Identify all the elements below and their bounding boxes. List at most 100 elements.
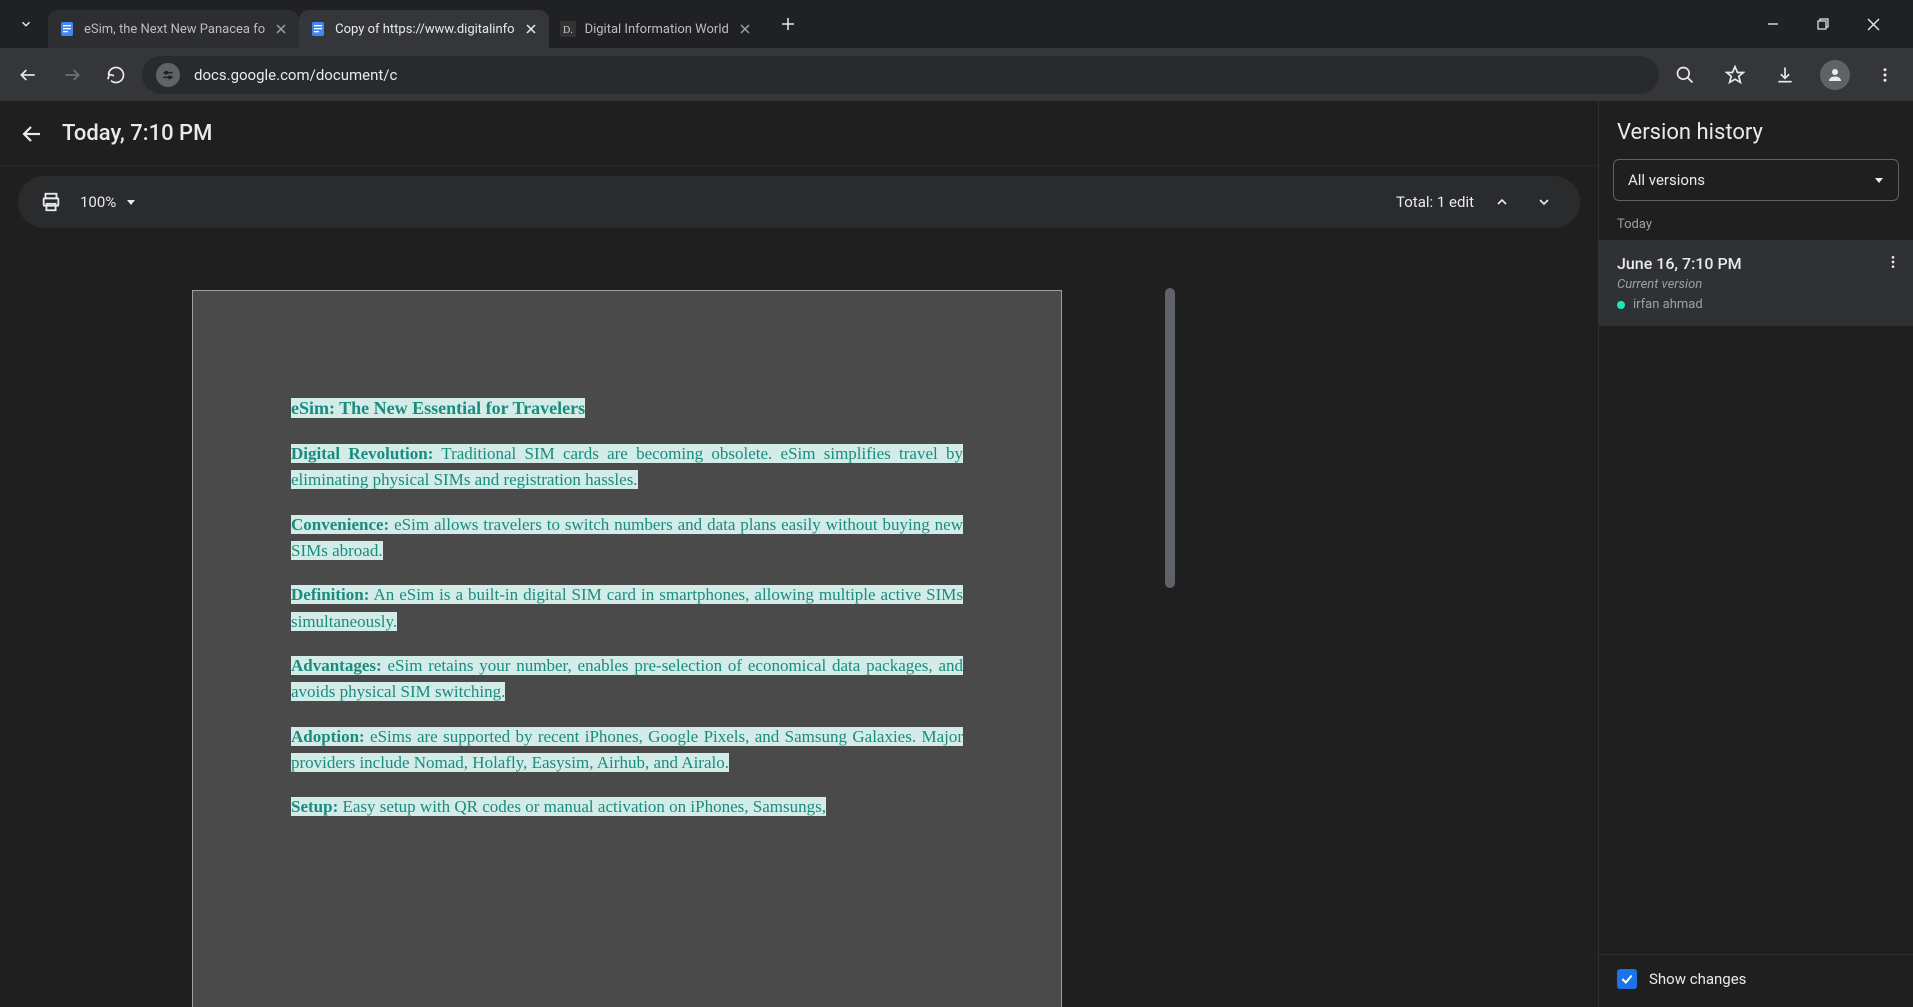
star-icon	[1725, 65, 1745, 85]
browser-toolbar: docs.google.com/document/c	[0, 48, 1913, 102]
toolbar-right	[1667, 57, 1903, 93]
avatar	[1820, 60, 1850, 90]
plus-icon	[781, 17, 795, 31]
tab-1[interactable]: Copy of https://www.digitalinfo	[299, 10, 548, 48]
bookmark-button[interactable]	[1717, 57, 1753, 93]
diw-icon: D.	[559, 20, 577, 38]
caret-down-icon	[126, 197, 136, 207]
close-icon	[740, 24, 750, 34]
downloads-button[interactable]	[1767, 57, 1803, 93]
prev-edit-button[interactable]	[1488, 188, 1516, 216]
window-close-button[interactable]	[1859, 10, 1887, 38]
site-info-button[interactable]	[156, 63, 180, 87]
user-dot-icon	[1617, 301, 1625, 309]
back-button[interactable]	[20, 122, 44, 146]
user-icon	[1826, 66, 1844, 84]
tab-title: Digital Information World	[585, 22, 729, 37]
para-label: Setup:	[291, 797, 338, 816]
paragraph: Definition: An eSim is a built-in digita…	[291, 582, 963, 635]
sidebar-footer: Show changes	[1599, 954, 1913, 1007]
profile-button[interactable]	[1817, 57, 1853, 93]
app-content: Today, 7:10 PM 100% Total: 1 edit	[0, 102, 1913, 1007]
main-pane: Today, 7:10 PM 100% Total: 1 edit	[0, 102, 1598, 1007]
reload-icon	[106, 65, 126, 85]
zoom-icon	[1675, 65, 1695, 85]
new-tab-button[interactable]	[773, 9, 803, 39]
close-icon	[276, 24, 286, 34]
paragraph: Adoption: eSims are supported by recent …	[291, 724, 963, 777]
tab-title: Copy of https://www.digitalinfo	[335, 22, 514, 37]
zoom-value: 100%	[80, 193, 116, 211]
para-label: Definition:	[291, 585, 369, 604]
tab-0[interactable]: eSim, the Next New Panacea fo	[48, 10, 299, 48]
document-content: eSim: The New Essential for Travelers Di…	[291, 395, 963, 839]
tab-strip: eSim, the Next New Panacea fo Copy of ht…	[48, 0, 1759, 48]
chevron-up-icon	[1494, 194, 1510, 210]
total-edits: Total: 1 edit	[1396, 193, 1474, 211]
tab-close-button[interactable]	[523, 21, 539, 37]
para-text: Easy setup with QR codes or manual activ…	[338, 797, 826, 816]
close-icon	[1867, 18, 1880, 31]
version-item[interactable]: June 16, 7:10 PM Current version irfan a…	[1599, 240, 1913, 326]
browser-menu-button[interactable]	[1867, 57, 1903, 93]
para-text: eSim retains your number, enables pre-se…	[291, 656, 963, 701]
next-edit-button[interactable]	[1530, 188, 1558, 216]
tab-2[interactable]: D. Digital Information World	[549, 10, 763, 48]
user-name: irfan ahmad	[1633, 297, 1703, 312]
document-title: eSim: The New Essential for Travelers	[291, 395, 963, 423]
arrow-left-icon	[18, 65, 38, 85]
print-button[interactable]	[40, 191, 62, 213]
version-subtitle: Current version	[1617, 277, 1895, 292]
document-viewport[interactable]: eSim: The New Essential for Travelers Di…	[0, 228, 1598, 1007]
dropdown-label: All versions	[1628, 171, 1705, 189]
zoom-select[interactable]: 100%	[80, 193, 136, 211]
tab-search-button[interactable]	[8, 6, 44, 42]
tab-title: eSim, the Next New Panacea fo	[84, 22, 265, 37]
paragraph: Digital Revolution: Traditional SIM card…	[291, 441, 963, 494]
version-more-button[interactable]	[1885, 254, 1901, 270]
arrow-right-icon	[62, 65, 82, 85]
show-changes-label: Show changes	[1649, 970, 1746, 988]
window-minimize-button[interactable]	[1759, 10, 1787, 38]
tune-icon	[161, 68, 175, 82]
print-icon	[40, 191, 62, 213]
arrow-left-icon	[20, 122, 44, 146]
paragraph: Setup: Easy setup with QR codes or manua…	[291, 794, 963, 820]
nav-reload-button[interactable]	[98, 57, 134, 93]
maximize-icon	[1817, 18, 1829, 30]
paragraph: Advantages: eSim retains your number, en…	[291, 653, 963, 706]
tab-close-button[interactable]	[273, 21, 289, 37]
para-text: An eSim is a built-in digital SIM card i…	[291, 585, 963, 630]
nav-forward-button[interactable]	[54, 57, 90, 93]
versions-filter-dropdown[interactable]: All versions	[1613, 159, 1899, 201]
para-text: eSim allows travelers to switch numbers …	[291, 515, 963, 560]
docs-icon	[58, 20, 76, 38]
check-icon	[1620, 972, 1634, 986]
tab-close-button[interactable]	[737, 21, 753, 37]
show-changes-checkbox[interactable]	[1617, 969, 1637, 989]
window-controls	[1759, 10, 1905, 38]
sub-left: 100%	[40, 191, 136, 213]
window-maximize-button[interactable]	[1809, 10, 1837, 38]
para-label: Convenience:	[291, 515, 389, 534]
download-icon	[1775, 65, 1795, 85]
para-label: Adoption:	[291, 727, 365, 746]
sidebar-title: Version history	[1599, 102, 1913, 159]
zoom-control-button[interactable]	[1667, 57, 1703, 93]
scrollbar-thumb[interactable]	[1165, 288, 1175, 588]
title-text: eSim: The New Essential for Travelers	[291, 398, 585, 418]
section-label: Today	[1599, 217, 1913, 240]
chevron-down-icon	[19, 17, 33, 31]
chevron-down-icon	[1536, 194, 1552, 210]
sub-right: Total: 1 edit	[1396, 188, 1558, 216]
close-icon	[526, 24, 536, 34]
address-bar[interactable]: docs.google.com/document/c	[142, 56, 1659, 94]
browser-titlebar: eSim, the Next New Panacea fo Copy of ht…	[0, 0, 1913, 48]
version-time-title: Today, 7:10 PM	[62, 121, 212, 146]
minimize-icon	[1767, 18, 1779, 30]
version-user: irfan ahmad	[1617, 297, 1895, 312]
svg-text:D.: D.	[563, 25, 573, 36]
para-label: Advantages:	[291, 656, 382, 675]
more-vertical-icon	[1876, 66, 1894, 84]
nav-back-button[interactable]	[10, 57, 46, 93]
